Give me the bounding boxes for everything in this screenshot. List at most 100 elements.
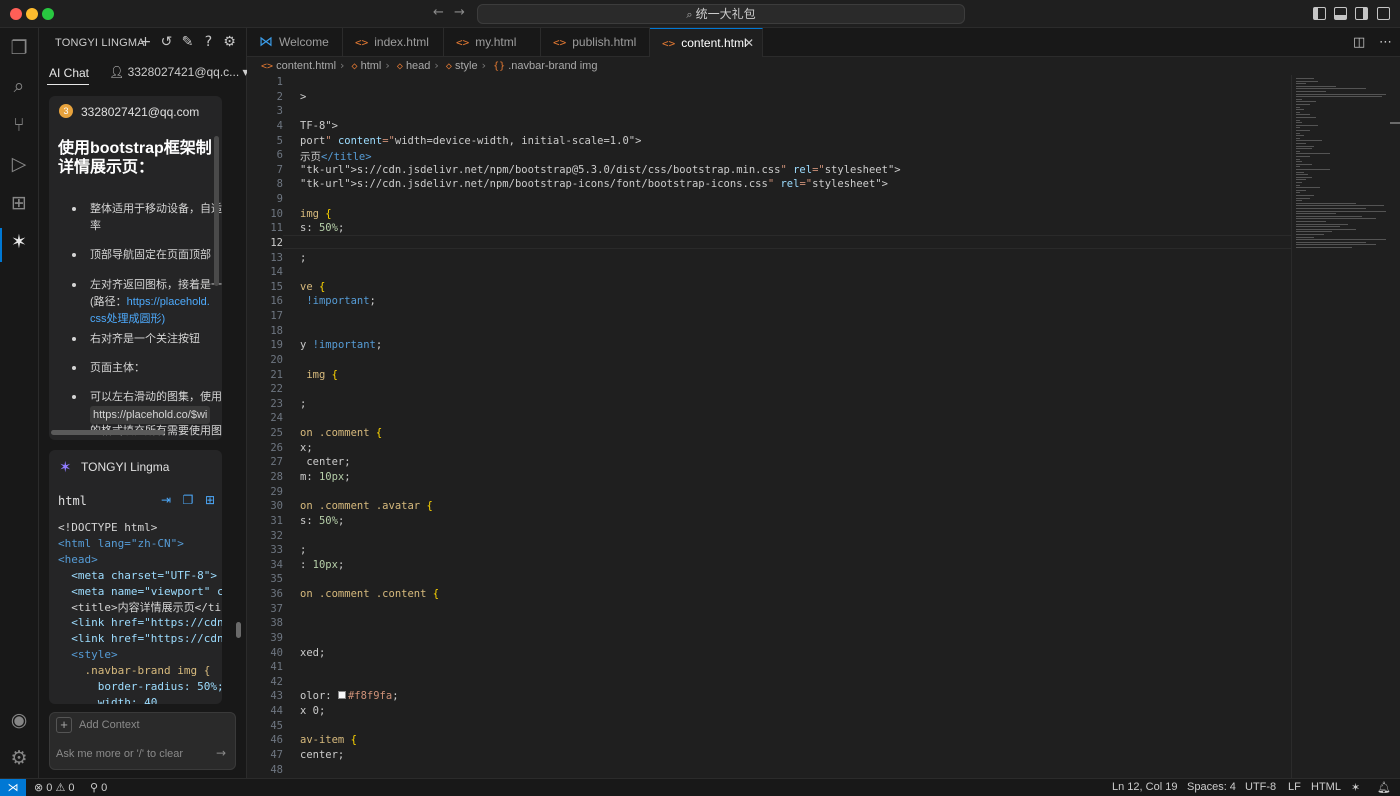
minimap-line [1296,143,1306,144]
line-number: 3 [276,105,283,118]
settings-gear-icon[interactable]: ⚙ [219,34,240,50]
insert-code-icon[interactable]: ⇥ [155,493,177,507]
code-line[interactable]: on .comment { [300,427,382,439]
card-vertical-scrollbar[interactable] [214,136,219,286]
eol-status[interactable]: LF [1288,781,1301,793]
code-line[interactable]: center; [300,456,350,468]
code-editor[interactable]: 1 2 3 4 5 6 7 8 9 10 11 12 13 14 15 16 17 18 19 20 21 22 23 24 2… [247,75,1291,778]
code-line[interactable]: av-item { [300,734,357,746]
code-line[interactable]: TF-8"> [300,120,338,132]
tab-ai-chat[interactable]: AI Chat [49,66,89,80]
breadcrumb-item[interactable]: .navbar-brand img [508,60,597,72]
toggle-secondary-sidebar-icon[interactable] [1355,7,1368,20]
tab-index-html[interactable]: <> index.html [343,28,444,57]
tab-publish-html[interactable]: <> publish.html [541,28,650,57]
new-chat-icon[interactable]: + [135,34,156,50]
user-select[interactable]: 👤︎ 3328027421@qq.c... ▾ [109,65,249,79]
command-center-search[interactable]: ⌕ 统一大礼包 [477,4,965,24]
indentation-status[interactable]: Spaces: 4 [1187,781,1236,793]
customize-layout-icon[interactable] [1377,7,1390,20]
search-icon[interactable]: ⌕ [7,74,31,98]
notifications-bell-icon[interactable]: 🔔︎ [1377,781,1391,794]
more-actions-icon[interactable]: ⋯ [1379,35,1392,50]
tongyi-lingma-icon[interactable]: ✶ [7,230,31,254]
code-line[interactable]: !important; [300,295,376,307]
breadcrumb-item[interactable]: content.html [276,60,336,72]
message-user: 3328027421@qq.com [81,105,200,119]
code-line[interactable]: ; [300,544,306,556]
tab-my-html[interactable]: <> my.html [444,28,541,57]
code-line[interactable]: ; [300,252,306,264]
zoom-window-button[interactable] [42,8,54,20]
cursor-position[interactable]: Ln 12, Col 19 [1112,781,1177,793]
code-line[interactable]: on .comment .avatar { [300,500,433,512]
code-line[interactable]: port" content="width=device-width, initi… [300,135,641,147]
ports-status[interactable]: ⚲ 0 [90,781,107,794]
manage-gear-icon[interactable]: ⚙ [7,746,31,770]
code-line[interactable]: s: 50%; [300,515,344,527]
code-line[interactable]: center; [300,749,344,761]
chat-scrollbar[interactable] [236,622,241,638]
code-line[interactable]: ; [300,398,306,410]
breadcrumb-item[interactable]: html [361,60,382,72]
code-line[interactable]: img { [300,208,332,220]
minimap[interactable] [1291,75,1400,778]
new-file-icon[interactable]: ⊞ [199,493,221,507]
explorer-icon[interactable]: ❐ [7,36,31,60]
breadcrumb-item[interactable]: head [406,60,430,72]
lingma-status-icon[interactable]: ✶ [1351,781,1360,794]
code-line[interactable]: 示页</title> [300,149,372,164]
split-editor-icon[interactable]: ◫ [1353,35,1365,50]
card-horizontal-scrollbar[interactable] [51,430,165,435]
minimap-line [1296,104,1310,105]
toggle-panel-icon[interactable] [1334,7,1347,20]
minimap-line [1296,223,1348,225]
extensions-icon[interactable]: ⊞ [7,191,31,215]
help-icon[interactable]: ? [198,34,219,50]
scrollbar-thumb[interactable] [1390,122,1400,124]
source-control-icon[interactable]: ⑂ [7,113,31,137]
feedback-icon[interactable]: ✎ [177,34,198,50]
code-line[interactable]: x; [300,442,313,454]
add-context-button[interactable]: Add Context [79,719,140,731]
remote-indicator-icon[interactable]: ⋊ [0,779,26,796]
chat-input-placeholder[interactable]: Ask me more or '/' to clear [56,748,183,760]
tab-welcome[interactable]: ⋈ Welcome [247,28,343,57]
code-line[interactable]: olor: #f8f9fa; [300,690,399,702]
css-circle-link[interactable]: css处理成圆形) [90,311,165,327]
arrow-left-icon[interactable]: ← [433,5,444,20]
run-debug-icon[interactable]: ▷ [7,152,31,176]
code-line[interactable]: y !important; [300,339,382,351]
close-icon[interactable]: ✕ [744,29,754,58]
copy-icon[interactable]: ❐ [177,493,199,507]
code-line[interactable]: "tk-url">s://cdn.jsdelivr.net/npm/bootst… [300,178,888,190]
code-line[interactable]: x 0; [300,705,325,717]
arrow-right-icon[interactable]: → [454,5,465,20]
chat-input-box[interactable]: + Add Context Ask me more or '/' to clea… [49,712,236,770]
code-line[interactable]: "tk-url">s://cdn.jsdelivr.net/npm/bootst… [300,164,901,176]
code-line[interactable]: xed; [300,647,325,659]
history-icon[interactable]: ↺ [156,34,177,50]
tab-content-html[interactable]: <> content.html ✕ [650,28,763,57]
minimize-window-button[interactable] [26,8,38,20]
code-line[interactable]: : 10px; [300,559,344,571]
language-mode[interactable]: HTML [1311,781,1341,793]
code-line[interactable]: > [300,91,306,103]
line-number: 38 [270,617,283,630]
breadcrumb-item[interactable]: style [455,60,478,72]
encoding-status[interactable]: UTF-8 [1245,781,1276,793]
code-line[interactable]: img { [300,369,338,381]
code-line[interactable]: m: 10px; [300,471,351,483]
placehold-link[interactable]: https://placehold. [127,296,210,308]
code-line[interactable]: s: 50%; [300,222,344,234]
problems-status[interactable]: ⊗ 0 ⚠ 0 [34,781,75,794]
toggle-primary-sidebar-icon[interactable] [1313,7,1326,20]
plus-icon[interactable]: + [56,717,72,733]
code-line[interactable]: ve { [300,281,325,293]
list-item-text: (路径：https://placehold. [90,294,210,310]
code-line[interactable]: on .comment .content { [300,588,439,600]
close-window-button[interactable] [10,8,22,20]
send-icon[interactable]: → [216,746,226,760]
account-icon[interactable]: ◉ [7,708,31,732]
chevron-right-icon: › [481,59,487,72]
